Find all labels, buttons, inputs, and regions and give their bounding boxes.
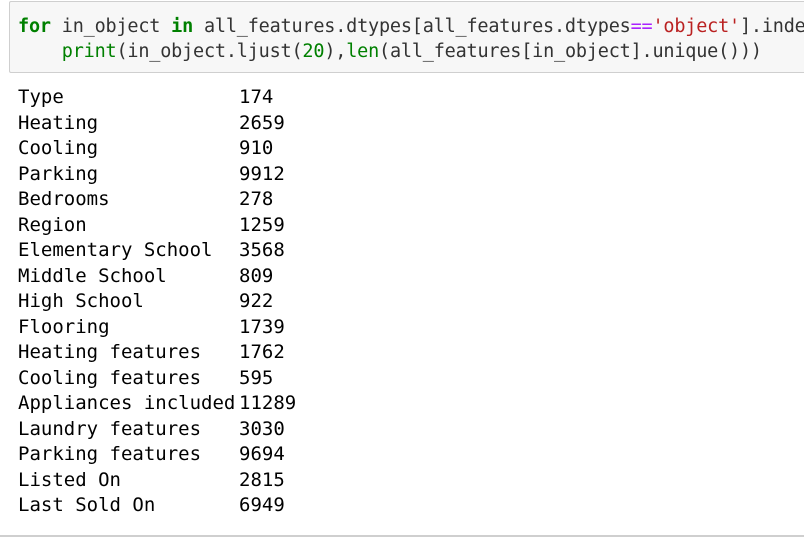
unique-count: 6949	[239, 494, 285, 516]
equality-operator: ==	[630, 16, 653, 37]
ljust-close: ),	[324, 41, 347, 62]
unique-count: 9694	[239, 443, 285, 465]
feature-name: Parking features	[18, 443, 202, 465]
feature-name: Bedrooms	[18, 188, 110, 210]
unique-count: 2659	[239, 111, 285, 134]
unique-count: 595	[239, 366, 274, 389]
unique-count: 11289	[239, 392, 297, 414]
unique-count: 9912	[239, 162, 285, 185]
unique-count: 1762	[239, 341, 285, 363]
keyword-for: for	[18, 16, 51, 37]
code-line-2: print(in_object.ljust(20),len(all_featur…	[18, 40, 804, 64]
feature-name: Region	[18, 213, 87, 236]
feature-name: Listed On	[18, 468, 121, 491]
feature-name: Elementary School	[18, 239, 213, 261]
feature-name: Heating features	[18, 341, 202, 363]
cell-divider	[0, 535, 804, 537]
unique-count: 809	[239, 264, 274, 287]
feature-name: Appliances included	[18, 392, 236, 414]
ljust-call: (in_object.ljust(	[116, 41, 303, 62]
spacing	[762, 41, 804, 62]
unique-count: 1259	[239, 213, 285, 236]
feature-name: Laundry features	[18, 417, 202, 440]
feature-name: Type	[18, 86, 64, 108]
unique-count: 3568	[239, 239, 285, 261]
unique-count: 174	[239, 86, 274, 108]
feature-name: Parking	[18, 162, 99, 185]
code-input-cell[interactable]: for in_object in all_features.dtypes[all…	[9, 1, 804, 73]
unique-count: 3030	[239, 417, 285, 440]
index-accessor: ].index:	[739, 16, 804, 37]
code-line-1: for in_object in all_features.dtypes[all…	[18, 15, 804, 39]
feature-name: Flooring	[18, 315, 110, 338]
unique-count: 1739	[239, 315, 285, 338]
feature-name: Cooling features	[18, 366, 202, 389]
feature-name: Cooling	[18, 137, 99, 159]
feature-name: Middle School	[18, 264, 167, 287]
unique-call: (all_features[in_object].unique()))	[379, 41, 762, 62]
dtype-filter-expression: all_features.dtypes[all_features.dtypes	[193, 16, 631, 37]
number-literal-20: 20	[302, 41, 325, 62]
unique-count: 922	[239, 290, 274, 312]
feature-name: High School	[18, 290, 144, 312]
builtin-len: len	[346, 41, 380, 62]
unique-count: 278	[239, 188, 274, 210]
keyword-in: in	[171, 16, 194, 37]
unique-count: 910	[239, 137, 274, 159]
builtin-print: print	[61, 41, 117, 62]
feature-name: Heating	[18, 111, 99, 134]
object-string-literal: 'object'	[652, 16, 740, 37]
unique-count: 2815	[239, 468, 285, 491]
feature-name: Last Sold On	[18, 494, 156, 516]
loop-variable: in_object	[50, 16, 172, 37]
